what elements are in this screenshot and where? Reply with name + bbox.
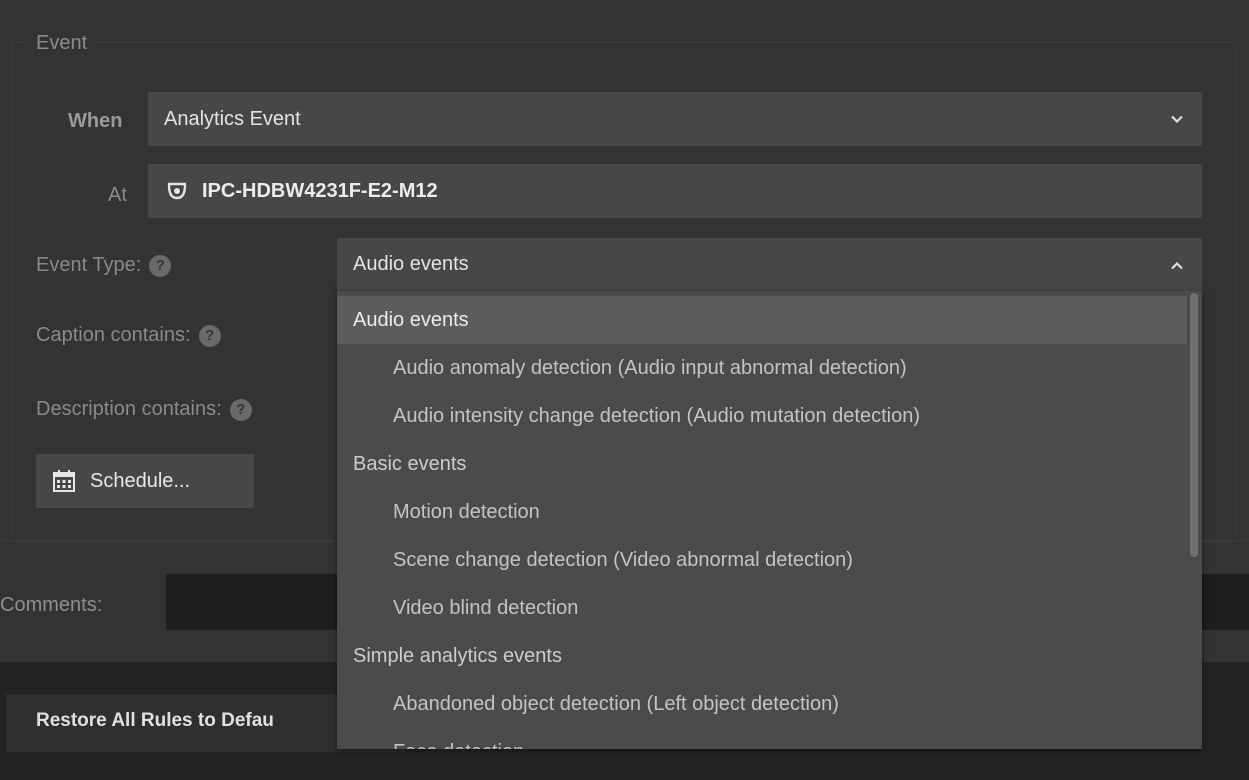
event-type-select[interactable]: Audio events [337,238,1202,292]
dropdown-option[interactable]: Motion detection [337,488,1187,536]
event-type-label: Event Type: [36,254,142,276]
dropdown-option-label: Audio events [353,308,469,331]
dropdown-option-label: Basic events [353,452,467,475]
description-label-row: Description contains:? [36,396,252,422]
restore-defaults-label: Restore All Rules to Defau [36,710,274,731]
caption-contains-label: Caption contains: [36,324,191,346]
dropdown-option-label: Face detection [393,741,524,750]
event-type-select-value: Audio events [353,253,469,275]
help-icon[interactable]: ? [198,324,221,347]
help-icon[interactable]: ? [149,254,172,277]
dropdown-group-header[interactable]: Simple analytics events [337,632,1187,680]
dropdown-option-label: Scene change detection (Video abnormal d… [393,548,853,571]
schedule-button[interactable]: Schedule... [36,454,254,508]
dropdown-option[interactable]: Audio intensity change detection (Audio … [337,392,1187,440]
at-device-value: IPC-HDBW4231F-E2-M12 [202,179,438,202]
dropdown-option-label: Abandoned object detection (Left object … [393,692,839,715]
dropdown-option-label: Audio intensity change detection (Audio … [393,404,921,427]
dropdown-option-label: Video blind detection [393,596,579,619]
event-type-dropdown[interactable]: Audio events Audio anomaly detection (Aud… [337,291,1202,749]
dropdown-option-label: Motion detection [393,500,540,523]
dropdown-scrollbar[interactable] [1190,293,1198,557]
when-select-value: Analytics Event [164,107,301,130]
help-icon[interactable]: ? [229,398,252,421]
chevron-down-icon [1170,108,1184,131]
chevron-up-icon [1170,253,1184,276]
schedule-label: Schedule... [90,469,191,492]
dropdown-option[interactable]: Scene change detection (Video abnormal d… [337,536,1187,584]
dropdown-option[interactable]: Abandoned object detection (Left object … [337,680,1187,728]
description-contains-label: Description contains: [36,398,222,420]
dropdown-option[interactable]: Face detection [337,728,1187,750]
comments-label: Comments: [0,594,103,616]
dropdown-option[interactable]: Video blind detection [337,584,1187,632]
dome-camera-icon [166,181,188,201]
when-label: When [68,110,123,132]
dropdown-option-label: Simple analytics events [353,644,562,667]
calendar-icon [52,469,76,493]
dropdown-group-header[interactable]: Audio events [337,296,1187,344]
event-type-label-row: Event Type:? [36,252,172,278]
caption-label-row: Caption contains:? [36,322,221,348]
at-device-field[interactable]: IPC-HDBW4231F-E2-M12 [148,164,1202,218]
dropdown-option-label: Audio anomaly detection (Audio input abn… [393,356,907,379]
at-label: At [108,184,127,206]
when-select[interactable]: Analytics Event [148,92,1202,146]
dropdown-group-header[interactable]: Basic events [337,440,1187,488]
dropdown-option[interactable]: Audio anomaly detection (Audio input abn… [337,344,1187,392]
event-group-title: Event [28,30,96,56]
